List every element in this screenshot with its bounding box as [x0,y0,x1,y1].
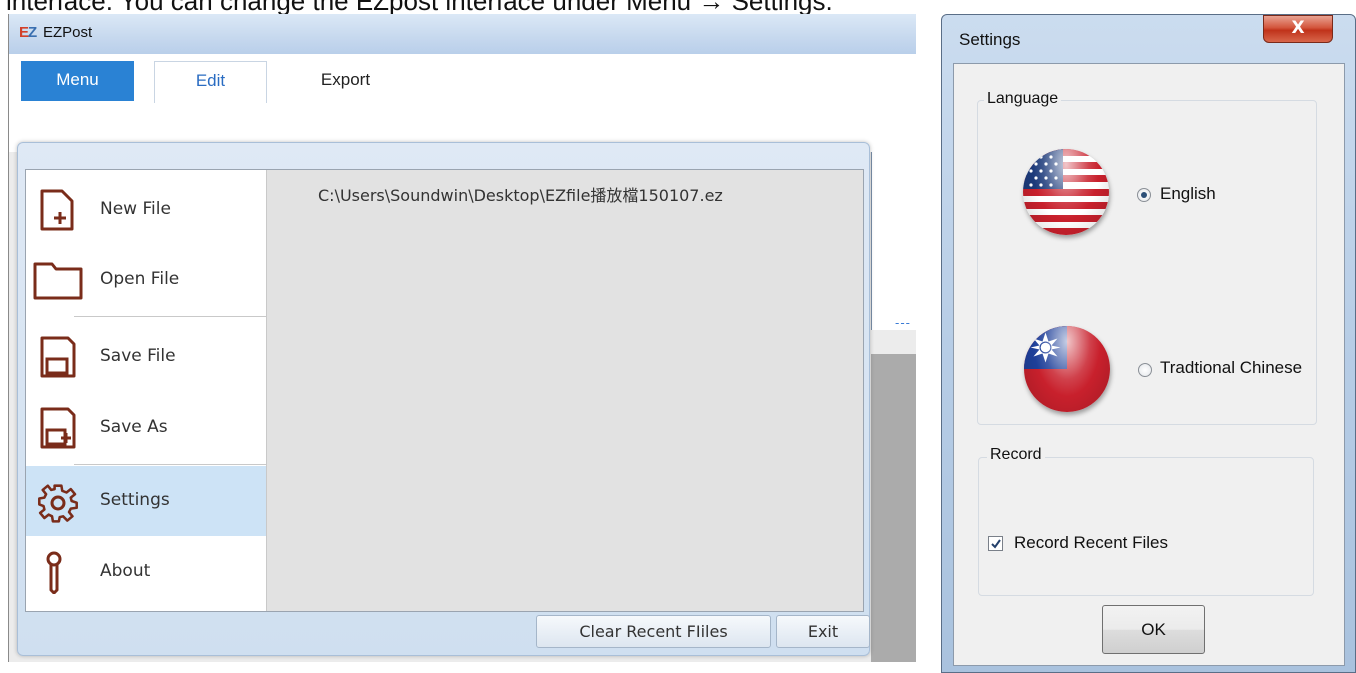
recent-file-entry[interactable]: C:\Users\Soundwin\Desktop\EZfile播放檔15010… [318,182,723,206]
save-as-icon [40,407,76,449]
open-file-icon [33,262,83,300]
tab-export[interactable]: Export [289,61,402,101]
record-group-label: Record [987,446,1045,464]
language-group-label: Language [984,90,1062,108]
traditional-chinese-radio-label[interactable]: Tradtional Chinese [1160,358,1302,378]
menu-divider [74,464,266,465]
file-menu-panel: New File Open File Save File Save As Set… [17,142,870,656]
menu-item-label: New File [100,199,171,219]
ezpost-title: EZPost [43,24,93,41]
save-file-icon [40,336,76,378]
taiwan-flag-icon [1024,326,1110,412]
menu-item-save-as[interactable]: Save As [26,393,266,463]
about-icon [46,551,62,594]
close-button[interactable]: X [1263,15,1333,43]
menu-item-label: Open File [100,269,180,289]
english-radio[interactable] [1137,188,1151,202]
record-recent-files-checkbox[interactable] [988,536,1003,551]
new-file-icon [40,189,74,231]
menu-item-list: New File Open File Save File Save As Set… [26,170,267,611]
us-flag-icon [1023,149,1109,235]
ezpost-window: EZ EZPost Menu Edit Export --- New File [8,14,916,662]
traditional-chinese-radio[interactable] [1138,363,1152,377]
menu-divider [74,316,266,317]
record-group [978,457,1314,596]
workspace-panel [871,152,916,330]
english-radio-label[interactable]: English [1160,184,1216,204]
record-recent-files-label[interactable]: Record Recent Files [1014,533,1168,553]
menu-item-about[interactable]: About [26,537,266,607]
menu-item-settings[interactable]: Settings [26,466,266,536]
ribbon [9,54,916,152]
menu-item-label: Save As [100,417,168,437]
dialog-body: Language English Tradtional Chinese Reco… [953,63,1345,666]
dashed-line: --- [895,316,911,330]
ezpost-titlebar: EZ EZPost [9,14,916,54]
file-menu-content: New File Open File Save File Save As Set… [25,169,864,612]
menu-item-label: About [100,561,151,581]
tab-edit[interactable]: Edit [154,61,267,103]
ok-button[interactable]: OK [1102,605,1205,654]
menu-item-open-file[interactable]: Open File [26,245,266,315]
menu-item-label: Settings [100,490,170,510]
dialog-title: Settings [959,30,1021,49]
menu-item-new-file[interactable]: New File [26,175,266,245]
tab-menu[interactable]: Menu [21,61,134,101]
ezpost-logo: EZ [19,24,37,41]
settings-dialog: Settings X Language English Tradtional C… [941,14,1356,673]
menu-item-label: Save File [100,346,176,366]
checkmark-icon [991,539,1001,549]
gear-icon [38,484,78,523]
workspace-gray-area [871,354,916,662]
exit-button[interactable]: Exit [776,615,870,648]
menu-item-save-file[interactable]: Save File [26,322,266,392]
clear-recent-files-button[interactable]: Clear Recent FIiles [536,615,771,648]
